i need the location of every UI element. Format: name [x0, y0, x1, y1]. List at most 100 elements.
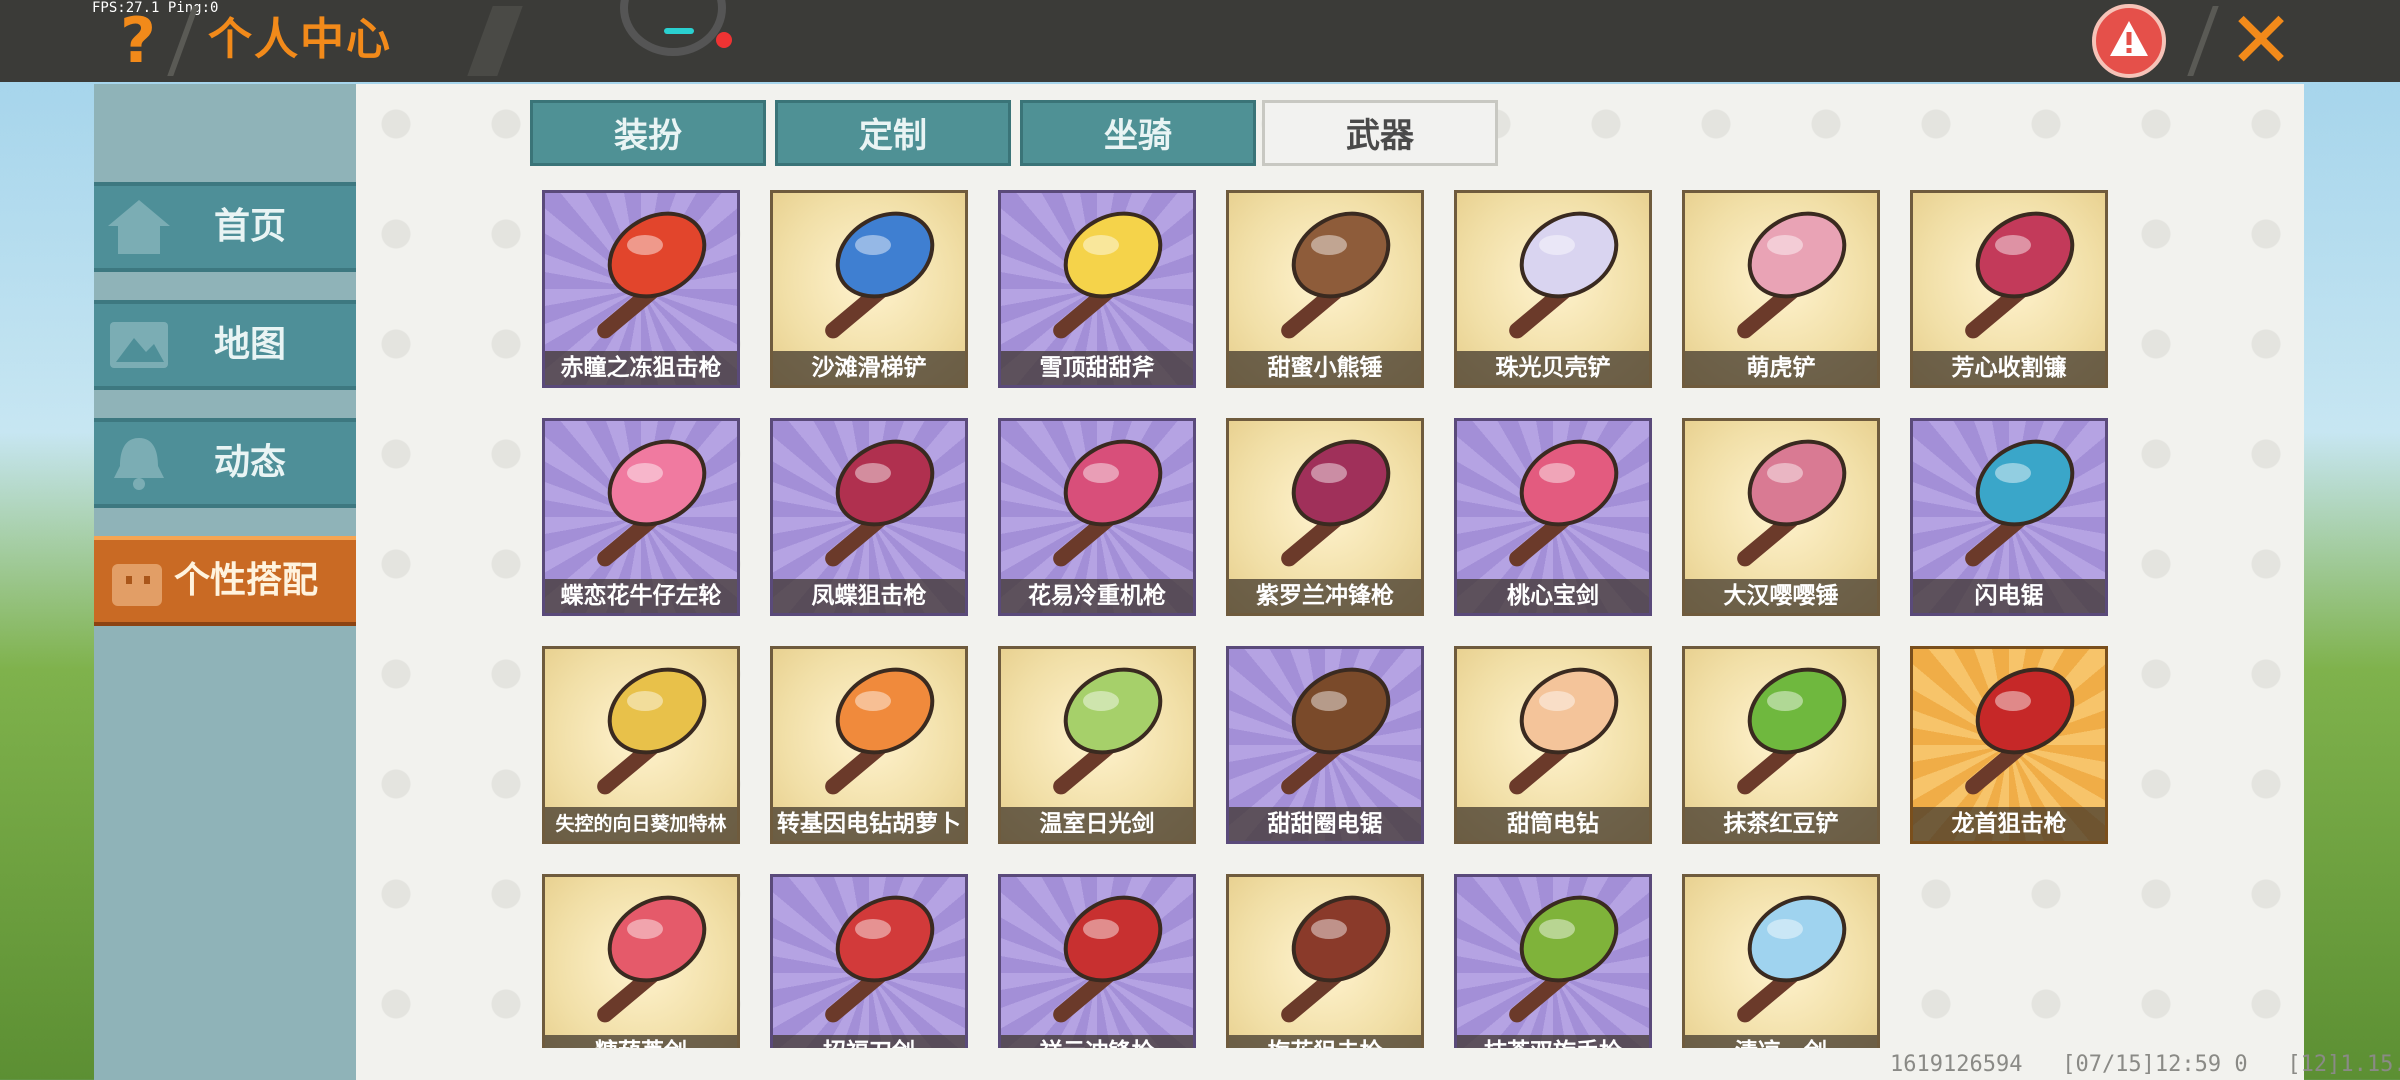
- weapon-name: 珠光贝壳铲: [1457, 351, 1649, 385]
- sidebar-item-personal-style[interactable]: 个性搭配: [94, 536, 356, 626]
- weapon-art-icon: [1053, 211, 1163, 339]
- weapon-card[interactable]: 闪电锯: [1910, 418, 2108, 616]
- weapon-name: 萌虎铲: [1685, 351, 1877, 385]
- weapon-art-icon: [1509, 667, 1619, 795]
- weapon-card[interactable]: 抹茶红豆铲: [1682, 646, 1880, 844]
- sidebar-item-home[interactable]: 首页: [94, 182, 356, 272]
- weapon-name: 抹茶双旋手枪: [1457, 1035, 1649, 1048]
- weapon-card[interactable]: 大汉嘤嘤锤: [1682, 418, 1880, 616]
- weapon-art-icon: [597, 439, 707, 567]
- weapon-name: 失控的向日葵加特林: [545, 807, 737, 841]
- map-icon: [110, 322, 168, 368]
- weapon-art-icon: [1509, 211, 1619, 339]
- weapon-name: 糖葫芦剑: [545, 1035, 737, 1048]
- house-icon: [108, 200, 170, 254]
- weapon-art-icon: [1053, 667, 1163, 795]
- status-ring-icon: [620, 0, 732, 56]
- status-bar: 1619126594 [07/15]12:59 0 [12]1.15.0: [1890, 1052, 2400, 1077]
- weapon-card[interactable]: 转基因电钻胡萝卜: [770, 646, 968, 844]
- report-button[interactable]: [2092, 4, 2166, 78]
- weapon-name: 蝶恋花牛仔左轮: [545, 579, 737, 613]
- weapon-name: 梅花狙击枪: [1229, 1035, 1421, 1048]
- weapon-card[interactable]: 雪顶甜甜斧: [998, 190, 1196, 388]
- weapon-card[interactable]: 萌虎铲: [1682, 190, 1880, 388]
- weapon-card[interactable]: 沙滩滑梯铲: [770, 190, 968, 388]
- close-divider: [2187, 6, 2219, 76]
- mascot-icon: [112, 564, 162, 606]
- weapon-name: 抹茶红豆铲: [1685, 807, 1877, 841]
- weapon-art-icon: [1965, 211, 2075, 339]
- top-bar: FPS:27.1 Ping:0 ? 个人中心 ✕: [0, 0, 2400, 82]
- weapon-name: 芳心收割镰: [1913, 351, 2105, 385]
- weapon-card[interactable]: 梅花狙击枪: [1226, 874, 1424, 1048]
- weapon-name: 祥云冲锋枪: [1001, 1035, 1193, 1048]
- weapon-art-icon: [825, 211, 935, 339]
- weapon-name: 招福刀剑: [773, 1035, 965, 1048]
- weapon-art-icon: [825, 667, 935, 795]
- weapon-name: 清凉一剑: [1685, 1035, 1877, 1048]
- weapon-art-icon: [1509, 439, 1619, 567]
- weapon-card[interactable]: 桃心宝剑: [1454, 418, 1652, 616]
- sidebar-item-label: 地图: [214, 324, 287, 365]
- sidebar-item-label: 动态: [214, 442, 287, 483]
- weapon-card[interactable]: 花易冷重机枪: [998, 418, 1196, 616]
- weapon-art-icon: [825, 439, 935, 567]
- weapon-art-icon: [1737, 667, 1847, 795]
- weapon-name: 龙首狙击枪: [1913, 807, 2105, 841]
- close-button[interactable]: ✕: [2226, 2, 2296, 80]
- decor-stripe: [467, 6, 523, 76]
- version: [12]1.15.0: [2287, 1052, 2400, 1077]
- weapon-art-icon: [825, 895, 935, 1023]
- weapon-art-icon: [1053, 895, 1163, 1023]
- weapon-grid: 赤瞳之冻狙击枪 沙滩滑梯铲 雪顶甜甜斧 甜蜜小熊锤 珠光贝壳铲 萌虎铲 芳心收割镰蝶恋花牛仔…: [356, 84, 2304, 1048]
- weapon-name: 转基因电钻胡萝卜: [773, 807, 965, 841]
- weapon-card[interactable]: 招福刀剑: [770, 874, 968, 1048]
- weapon-card[interactable]: 凤蝶狙击枪: [770, 418, 968, 616]
- weapon-art-icon: [1281, 439, 1391, 567]
- sidebar-item-label: 个性搭配: [174, 560, 319, 601]
- weapon-card[interactable]: 糖葫芦剑: [542, 874, 740, 1048]
- weapon-card[interactable]: 赤瞳之冻狙击枪: [542, 190, 740, 388]
- weapon-art-icon: [1737, 439, 1847, 567]
- page-title: 个人中心: [208, 14, 392, 65]
- weapon-card[interactable]: 温室日光剑: [998, 646, 1196, 844]
- sidebar-item-feed[interactable]: 动态: [94, 418, 356, 508]
- sidebar-item-map[interactable]: 地图: [94, 300, 356, 390]
- warning-triangle-icon: [2110, 21, 2148, 56]
- weapon-card[interactable]: 蝶恋花牛仔左轮: [542, 418, 740, 616]
- weapon-art-icon: [1509, 895, 1619, 1023]
- weapon-art-icon: [1737, 211, 1847, 339]
- title-divider: [167, 6, 199, 76]
- weapon-art-icon: [1053, 439, 1163, 567]
- user-id: 1619126594: [1890, 1052, 2023, 1077]
- weapon-card[interactable]: 珠光贝壳铲: [1454, 190, 1652, 388]
- weapon-card[interactable]: 甜蜜小熊锤: [1226, 190, 1424, 388]
- weapon-art-icon: [1737, 895, 1847, 1023]
- weapon-art-icon: [1281, 667, 1391, 795]
- timestamp: [07/15]12:59 0: [2062, 1052, 2248, 1077]
- weapon-name: 甜筒电钻: [1457, 807, 1649, 841]
- weapon-card[interactable]: 失控的向日葵加特林: [542, 646, 740, 844]
- weapon-art-icon: [597, 895, 707, 1023]
- weapon-card[interactable]: 祥云冲锋枪: [998, 874, 1196, 1048]
- weapon-name: 凤蝶狙击枪: [773, 579, 965, 613]
- weapon-art-icon: [597, 211, 707, 339]
- weapon-card[interactable]: 清凉一剑: [1682, 874, 1880, 1048]
- weapon-name: 温室日光剑: [1001, 807, 1193, 841]
- weapon-art-icon: [1281, 895, 1391, 1023]
- weapon-card[interactable]: 甜甜圈电锯: [1226, 646, 1424, 844]
- weapon-card[interactable]: 龙首狙击枪: [1910, 646, 2108, 844]
- weapon-name: 桃心宝剑: [1457, 579, 1649, 613]
- weapon-card[interactable]: 抹茶双旋手枪: [1454, 874, 1652, 1048]
- weapon-card[interactable]: 紫罗兰冲锋枪: [1226, 418, 1424, 616]
- help-icon[interactable]: ?: [108, 6, 168, 76]
- weapon-card[interactable]: 芳心收割镰: [1910, 190, 2108, 388]
- bell-icon: [114, 438, 164, 490]
- weapon-name: 沙滩滑梯铲: [773, 351, 965, 385]
- weapon-name: 大汉嘤嘤锤: [1685, 579, 1877, 613]
- weapon-name: 闪电锯: [1913, 579, 2105, 613]
- weapon-name: 紫罗兰冲锋枪: [1229, 579, 1421, 613]
- weapon-name: 花易冷重机枪: [1001, 579, 1193, 613]
- weapon-card[interactable]: 甜筒电钻: [1454, 646, 1652, 844]
- sidebar-item-label: 首页: [214, 206, 287, 247]
